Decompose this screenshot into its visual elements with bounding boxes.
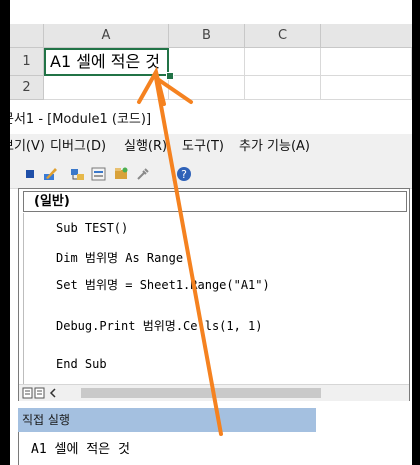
- scroll-thumb[interactable]: [81, 388, 321, 398]
- code-line-sub: Sub TEST(): [56, 221, 129, 235]
- svg-text:?: ?: [181, 168, 187, 181]
- cell-d1[interactable]: [321, 48, 412, 76]
- menu-run[interactable]: 실행(R): [124, 134, 167, 160]
- immediate-window-title: 직접 실행: [18, 408, 316, 432]
- code-line-set: Set 범위명 = Sheet1.Range("A1"): [56, 278, 270, 292]
- code-line-debug: Debug.Print 범위명.Cells(1, 1): [56, 319, 263, 333]
- column-header-b[interactable]: B: [169, 24, 245, 48]
- cell-d2[interactable]: [321, 76, 412, 100]
- column-header-a[interactable]: A: [44, 24, 169, 48]
- view-toggle-icon[interactable]: [21, 385, 61, 401]
- help-icon[interactable]: ?: [176, 166, 192, 182]
- fill-handle[interactable]: [166, 72, 174, 80]
- design-mode-icon[interactable]: [42, 166, 58, 182]
- immediate-window[interactable]: A1 셀에 적은 것: [18, 432, 410, 465]
- properties-icon[interactable]: [91, 166, 107, 182]
- vbe-menu-bar: 보기(V) 디버그(D) 실행(R) 도구(T) 추가 기능(A): [10, 134, 412, 160]
- stop-icon[interactable]: [22, 166, 38, 182]
- excel-grid: A B C 1 2 A1 셀에 적은 것: [10, 0, 412, 105]
- menu-addins[interactable]: 추가 기능(A): [239, 134, 310, 160]
- row-header-2[interactable]: 2: [10, 76, 44, 100]
- vbe-toolbar: ?: [10, 160, 412, 189]
- toolbox-icon[interactable]: [135, 166, 151, 182]
- menu-tools[interactable]: 도구(T): [182, 134, 224, 160]
- cell-a2[interactable]: [44, 76, 169, 100]
- cell-c2[interactable]: [245, 76, 321, 100]
- cell-b1[interactable]: [169, 48, 245, 76]
- cell-b2[interactable]: [169, 76, 245, 100]
- code-line-end: End Sub: [56, 357, 107, 371]
- column-header-c[interactable]: C: [245, 24, 321, 48]
- object-browser-icon[interactable]: [113, 166, 129, 182]
- project-explorer-icon[interactable]: [70, 166, 86, 182]
- row-header-1[interactable]: 1: [10, 48, 44, 76]
- menu-debug[interactable]: 디버그(D): [50, 134, 106, 160]
- screenshot-frame: A B C 1 2 A1 셀에 적은 것 문서1 - [Module1 (코드)…: [10, 0, 412, 465]
- select-all-corner[interactable]: [10, 24, 44, 48]
- code-line-dim: Dim 범위명 As Range: [56, 251, 184, 265]
- menu-view[interactable]: 보기(V): [10, 134, 45, 160]
- vbe-window-title: 문서1 - [Module1 (코드)]: [10, 106, 404, 134]
- immediate-output: A1 셀에 적은 것: [31, 442, 130, 457]
- cell-a1[interactable]: A1 셀에 적은 것: [44, 48, 169, 76]
- column-header-d[interactable]: [321, 24, 412, 48]
- object-combobox[interactable]: (일반): [23, 191, 407, 212]
- code-editor[interactable]: Sub TEST() Dim 범위명 As Range Set 범위명 = Sh…: [23, 213, 403, 385]
- cell-c1[interactable]: [245, 48, 321, 76]
- code-window: (일반) Sub TEST() Dim 범위명 As Range Set 범위명…: [18, 188, 410, 401]
- horizontal-scrollbar[interactable]: [19, 384, 409, 401]
